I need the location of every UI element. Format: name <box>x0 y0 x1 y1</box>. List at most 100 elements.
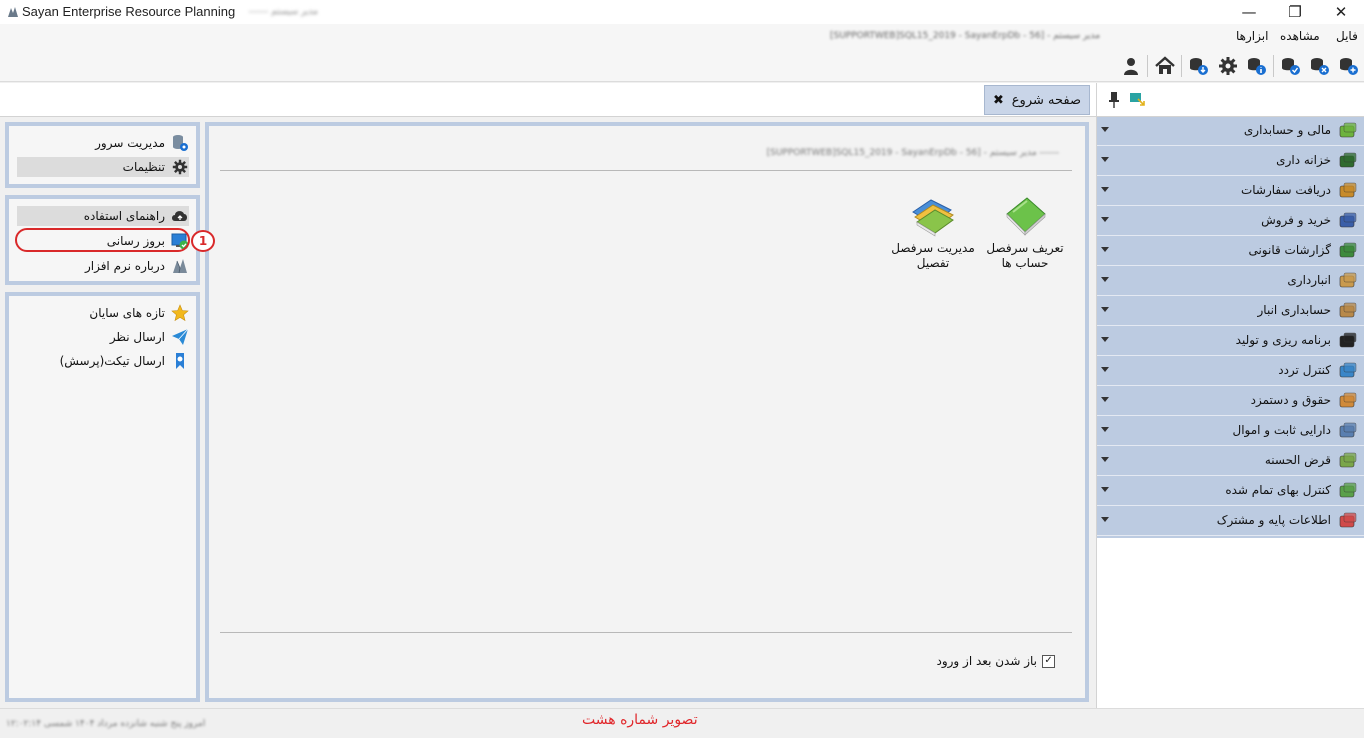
db-download-icon[interactable] <box>1186 53 1212 79</box>
expand-arrow-icon[interactable] <box>1101 397 1109 402</box>
module-label: کنترل تردد <box>1278 363 1331 377</box>
expand-arrow-icon[interactable] <box>1101 217 1109 222</box>
gear-icon[interactable] <box>1215 53 1241 79</box>
about-label: درباره نرم افزار <box>84 259 165 273</box>
paper-plane-icon <box>171 328 189 346</box>
books-stack-icon <box>912 199 954 237</box>
module-item[interactable]: کنترل تردد <box>1097 357 1364 386</box>
shortcut-define-accounts[interactable]: تعریف سرفصل حساب ها <box>975 192 1075 271</box>
module-item[interactable]: اطلاعات پایه و مشترک <box>1097 507 1364 536</box>
module-item[interactable]: دارایی ثابت و اموال <box>1097 417 1364 446</box>
title-bar: Sayan Enterprise Resource Planning مدیر … <box>0 0 1364 24</box>
toolbar <box>0 50 1364 82</box>
close-tab-icon[interactable]: ✖ <box>993 93 1004 108</box>
menu-bar: [SUPPORTWEB]SQL15_2019 - SayanErpDb - 56… <box>0 24 1364 50</box>
divider <box>220 170 1072 171</box>
payroll-icon <box>1337 391 1359 411</box>
maximize-button[interactable]: ❐ <box>1272 0 1318 24</box>
expand-arrow-icon[interactable] <box>1101 277 1109 282</box>
module-item[interactable]: کنترل بهای تمام شده <box>1097 477 1364 506</box>
module-item[interactable]: حسابداری انبار <box>1097 297 1364 326</box>
money-icon <box>1337 451 1359 471</box>
update-highlight-ring <box>15 228 190 252</box>
about-logo-icon <box>171 257 189 275</box>
module-label: کنترل بهای تمام شده <box>1225 483 1331 497</box>
shortcut-label-line2: حساب ها <box>1001 256 1049 270</box>
module-item[interactable]: برنامه ریزی و تولید <box>1097 327 1364 356</box>
sayan-news-link[interactable]: تازه های سایان <box>17 303 189 323</box>
screen-share-icon[interactable] <box>1129 91 1145 110</box>
module-item[interactable]: دریافت سفارشات <box>1097 177 1364 206</box>
treasury-icon <box>1337 151 1359 171</box>
tab-start-page[interactable]: ✖ صفحه شروع <box>984 85 1090 115</box>
expand-arrow-icon[interactable] <box>1101 427 1109 432</box>
shortcut-manage-details[interactable]: مدیریت سرفصل تفصیل <box>883 192 983 271</box>
star-icon <box>171 304 189 322</box>
gears-icon <box>1337 331 1359 351</box>
module-item[interactable]: قرض الحسنه <box>1097 447 1364 476</box>
home-icon[interactable] <box>1152 53 1178 79</box>
module-label: گزارشات قانونی <box>1248 243 1331 257</box>
send-ticket-label: ارسال تیکت(پرسش) <box>59 354 165 368</box>
settings-link[interactable]: تنظیمات <box>17 157 189 177</box>
expand-arrow-icon[interactable] <box>1101 247 1109 252</box>
start-page-content: [SUPPORTWEB]SQL15_2019 - SayanErpDb - 56… <box>209 126 1085 698</box>
module-label: حسابداری انبار <box>1257 303 1332 317</box>
module-item[interactable]: خزانه داری <box>1097 147 1364 176</box>
handshake-icon <box>1337 211 1359 231</box>
sidebar-empty-area <box>1096 538 1364 708</box>
module-label: حقوق و دستمزد <box>1250 393 1331 407</box>
db-remove-icon[interactable] <box>1307 53 1333 79</box>
menu-file[interactable]: فایل <box>1336 29 1358 43</box>
green-book-icon <box>1006 197 1046 236</box>
expand-arrow-icon[interactable] <box>1101 367 1109 372</box>
expand-arrow-icon[interactable] <box>1101 157 1109 162</box>
module-label: خزانه داری <box>1276 153 1331 167</box>
tools-icon <box>1337 511 1359 531</box>
expand-arrow-icon[interactable] <box>1101 127 1109 132</box>
module-label: دریافت سفارشات <box>1240 183 1331 197</box>
module-item[interactable]: خرید و فروش <box>1097 207 1364 236</box>
open-after-login-option[interactable]: ✓ باز شدن بعد از ورود <box>937 654 1055 668</box>
minimize-button[interactable]: — <box>1226 0 1272 24</box>
building-icon <box>1337 421 1359 441</box>
expand-arrow-icon[interactable] <box>1101 307 1109 312</box>
about-link[interactable]: درباره نرم افزار <box>17 256 189 276</box>
open-after-login-checkbox[interactable]: ✓ <box>1042 654 1055 668</box>
expand-arrow-icon[interactable] <box>1101 187 1109 192</box>
module-label: قرض الحسنه <box>1264 453 1331 467</box>
chip-icon <box>1337 241 1359 261</box>
module-item[interactable]: انبارداری <box>1097 267 1364 296</box>
user-icon[interactable] <box>1118 53 1144 79</box>
admin-panel-inner: مدیریت سرور تنظیمات <box>9 126 196 184</box>
current-date-blurred: امروز پنج شنبه شانزده مرداد ۱۴۰۴ شمسی ۱۲… <box>6 719 206 729</box>
db-add-icon[interactable] <box>1336 53 1362 79</box>
user-guide-link[interactable]: راهنمای استفاده <box>17 206 189 226</box>
pin-icon[interactable] <box>1107 91 1121 112</box>
modules-sidebar: مالی و حسابداری خزانه داری دریافت سفارشات خ… <box>1096 117 1364 538</box>
expand-arrow-icon[interactable] <box>1101 457 1109 462</box>
module-item[interactable]: حقوق و دستمزد <box>1097 387 1364 416</box>
tab-label: صفحه شروع <box>1011 92 1081 108</box>
cost-icon <box>1337 481 1359 501</box>
db-check-icon[interactable] <box>1278 53 1304 79</box>
module-label: اطلاعات پایه و مشترک <box>1216 513 1331 527</box>
send-ticket-link[interactable]: ارسال تیکت(پرسش) <box>17 351 189 371</box>
server-info-blurred: [SUPPORTWEB]SQL15_2019 - SayanErpDb - 56… <box>766 148 1059 158</box>
server-icon <box>171 134 189 152</box>
server-management-label: مدیریت سرور <box>95 136 165 150</box>
menu-tools[interactable]: ابزارها <box>1236 29 1268 43</box>
boxes-icon <box>1337 301 1359 321</box>
module-item[interactable]: مالی و حسابداری <box>1097 117 1364 146</box>
send-feedback-link[interactable]: ارسال نظر <box>17 327 189 347</box>
expand-arrow-icon[interactable] <box>1101 337 1109 342</box>
figure-caption: تصویر شماره هشت <box>582 712 698 728</box>
expand-arrow-icon[interactable] <box>1101 517 1109 522</box>
module-item[interactable]: گزارشات قانونی <box>1097 237 1364 266</box>
close-window-button[interactable]: ✕ <box>1318 0 1364 24</box>
callout-number-badge: 1 <box>191 230 215 252</box>
expand-arrow-icon[interactable] <box>1101 487 1109 492</box>
server-management-link[interactable]: مدیریت سرور <box>17 133 189 153</box>
menu-view[interactable]: مشاهده <box>1280 29 1320 43</box>
db-info-icon[interactable] <box>1244 53 1270 79</box>
